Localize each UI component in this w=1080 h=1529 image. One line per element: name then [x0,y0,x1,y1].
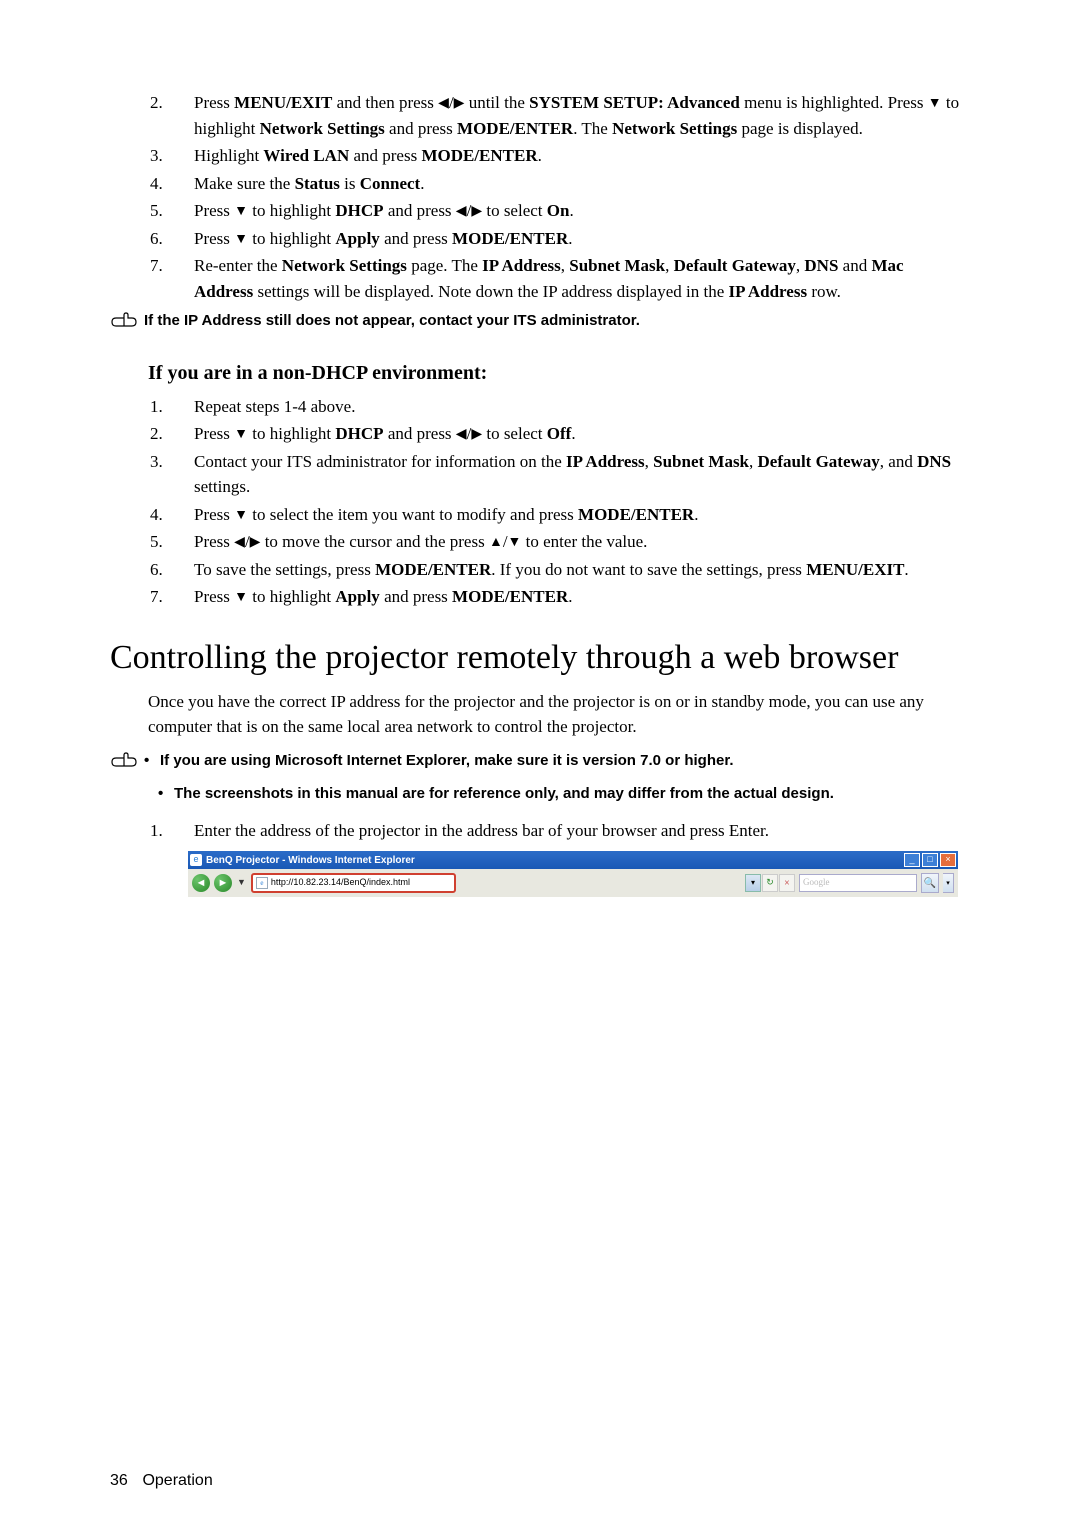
step-text: Highlight Wired LAN and press MODE/ENTER… [194,143,960,169]
step-text: Contact your ITS administrator for infor… [194,449,960,500]
page-number: 36 [110,1469,138,1493]
step-number: 2. [110,421,194,447]
step-number: 4. [110,502,194,528]
refresh-button[interactable]: ↻ [762,874,778,892]
step-number: 5. [110,198,194,224]
search-button[interactable]: 🔍 [921,873,939,893]
step-text: To save the settings, press MODE/ENTER. … [194,557,960,583]
note-ip-address: If the IP Address still does not appear,… [144,310,640,333]
step-number: 3. [110,143,194,169]
url-text: http://10.82.23.14/BenQ/index.html [271,876,451,890]
step-text: Repeat steps 1-4 above. [194,394,960,420]
minimize-button[interactable]: _ [904,853,920,867]
step-text: Re-enter the Network Settings page. The … [194,253,960,304]
hand-pointer-icon [110,752,140,780]
step-number: 3. [110,449,194,500]
address-dropdown[interactable]: ▾ [745,874,761,892]
step-number: 1. [110,394,194,420]
step-number: 7. [110,584,194,610]
step-text: Press ▼ to highlight DHCP and press ◀/▶ … [194,421,960,447]
search-input[interactable]: Google [799,874,917,892]
step-text: Enter the address of the projector in th… [194,818,960,844]
page-footer: 36 Operation [110,1469,213,1493]
section-heading-web-browser: Controlling the projector remotely throu… [110,632,960,683]
stop-button[interactable]: × [779,874,795,892]
step-text: Press ▼ to highlight Apply and press MOD… [194,226,960,252]
maximize-button[interactable]: □ [922,853,938,867]
step-number: 2. [110,90,194,141]
address-bar[interactable]: e http://10.82.23.14/BenQ/index.html [251,873,456,893]
step-text: Press ▼ to highlight DHCP and press ◀/▶ … [194,198,960,224]
step-number: 6. [110,226,194,252]
close-button[interactable]: × [940,853,956,867]
nav-history-dropdown[interactable]: ▼ [236,876,247,890]
step-number: 1. [110,818,194,844]
step-number: 6. [110,557,194,583]
forward-button[interactable]: ► [214,874,232,892]
section-name: Operation [142,1472,212,1489]
window-title: BenQ Projector - Windows Internet Explor… [206,853,415,868]
step-text: Press ▼ to highlight Apply and press MOD… [194,584,960,610]
step-text: Press MENU/EXIT and then press ◀/▶ until… [194,90,960,141]
page-icon: e [256,877,268,889]
search-dropdown[interactable]: ▾ [943,873,954,893]
ie-app-icon: e [190,854,202,866]
step-text: Press ▼ to select the item you want to m… [194,502,960,528]
hand-pointer-icon [110,312,140,340]
non-dhcp-heading: If you are in a non-DHCP environment: [148,358,960,388]
ie-browser-screenshot: e BenQ Projector - Windows Internet Expl… [188,851,958,897]
step-number: 4. [110,171,194,197]
step-text: Make sure the Status is Connect. [194,171,960,197]
back-button[interactable]: ◄ [192,874,210,892]
step-number: 7. [110,253,194,304]
step-text: Press ◀/▶ to move the cursor and the pre… [194,529,960,555]
note-ie-version: If you are using Microsoft Internet Expl… [160,750,960,773]
step-number: 5. [110,529,194,555]
intro-paragraph: Once you have the correct IP address for… [148,689,960,740]
note-screenshots-reference: The screenshots in this manual are for r… [174,783,960,806]
